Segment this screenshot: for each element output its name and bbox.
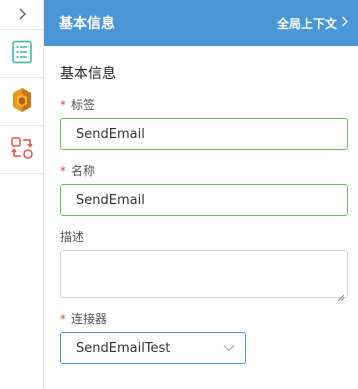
- chevron-right-icon: [337, 16, 348, 30]
- name-input[interactable]: SendEmail: [60, 184, 348, 216]
- tag-label: * 标签: [60, 98, 342, 112]
- description-textarea[interactable]: [60, 250, 348, 302]
- name-label-text: 名称: [71, 164, 96, 178]
- required-mark: *: [60, 164, 66, 178]
- rail-item-mapping[interactable]: [0, 126, 43, 174]
- collapse-button[interactable]: [0, 0, 43, 30]
- name-label: * 名称: [60, 164, 342, 178]
- left-icon-rail: [0, 0, 44, 389]
- amazon-ses-icon: [11, 87, 33, 117]
- global-context-label: 全局上下文: [276, 16, 337, 31]
- swap-convert-icon: [10, 136, 34, 164]
- tag-input[interactable]: SendEmail: [60, 118, 348, 150]
- connector-label-text: 连接器: [71, 312, 108, 326]
- tag-label-text: 标签: [71, 98, 96, 112]
- rail-item-basic-info[interactable]: [0, 30, 43, 78]
- resize-handle-icon[interactable]: [337, 287, 345, 302]
- connector-select[interactable]: SendEmailTest: [60, 332, 246, 364]
- rail-item-connector[interactable]: [0, 78, 43, 126]
- chevron-right-icon: [17, 5, 27, 24]
- global-context-link[interactable]: 全局上下文: [277, 15, 348, 32]
- section-title: 基本信息: [60, 66, 116, 82]
- chevron-down-icon: [223, 341, 235, 356]
- connector-label: * 连接器: [60, 312, 342, 326]
- required-mark: *: [60, 98, 66, 112]
- description-label: 描述: [60, 230, 342, 244]
- tag-input-value: SendEmail: [76, 126, 145, 142]
- list-document-icon: [11, 40, 33, 68]
- basic-info-form: 基本信息 * 标签 SendEmail * 名称 SendEmail 描述 * …: [44, 46, 358, 389]
- description-label-text: 描述: [60, 230, 85, 244]
- properties-panel: 基本信息 全局上下文 基本信息 * 标签 SendEmail * 名称 Send…: [0, 0, 358, 389]
- connector-select-value: SendEmailTest: [76, 340, 171, 356]
- panel-header: 基本信息 全局上下文: [44, 0, 358, 46]
- required-mark: *: [60, 312, 66, 326]
- name-input-value: SendEmail: [76, 192, 145, 208]
- panel-title: 基本信息: [59, 16, 115, 32]
